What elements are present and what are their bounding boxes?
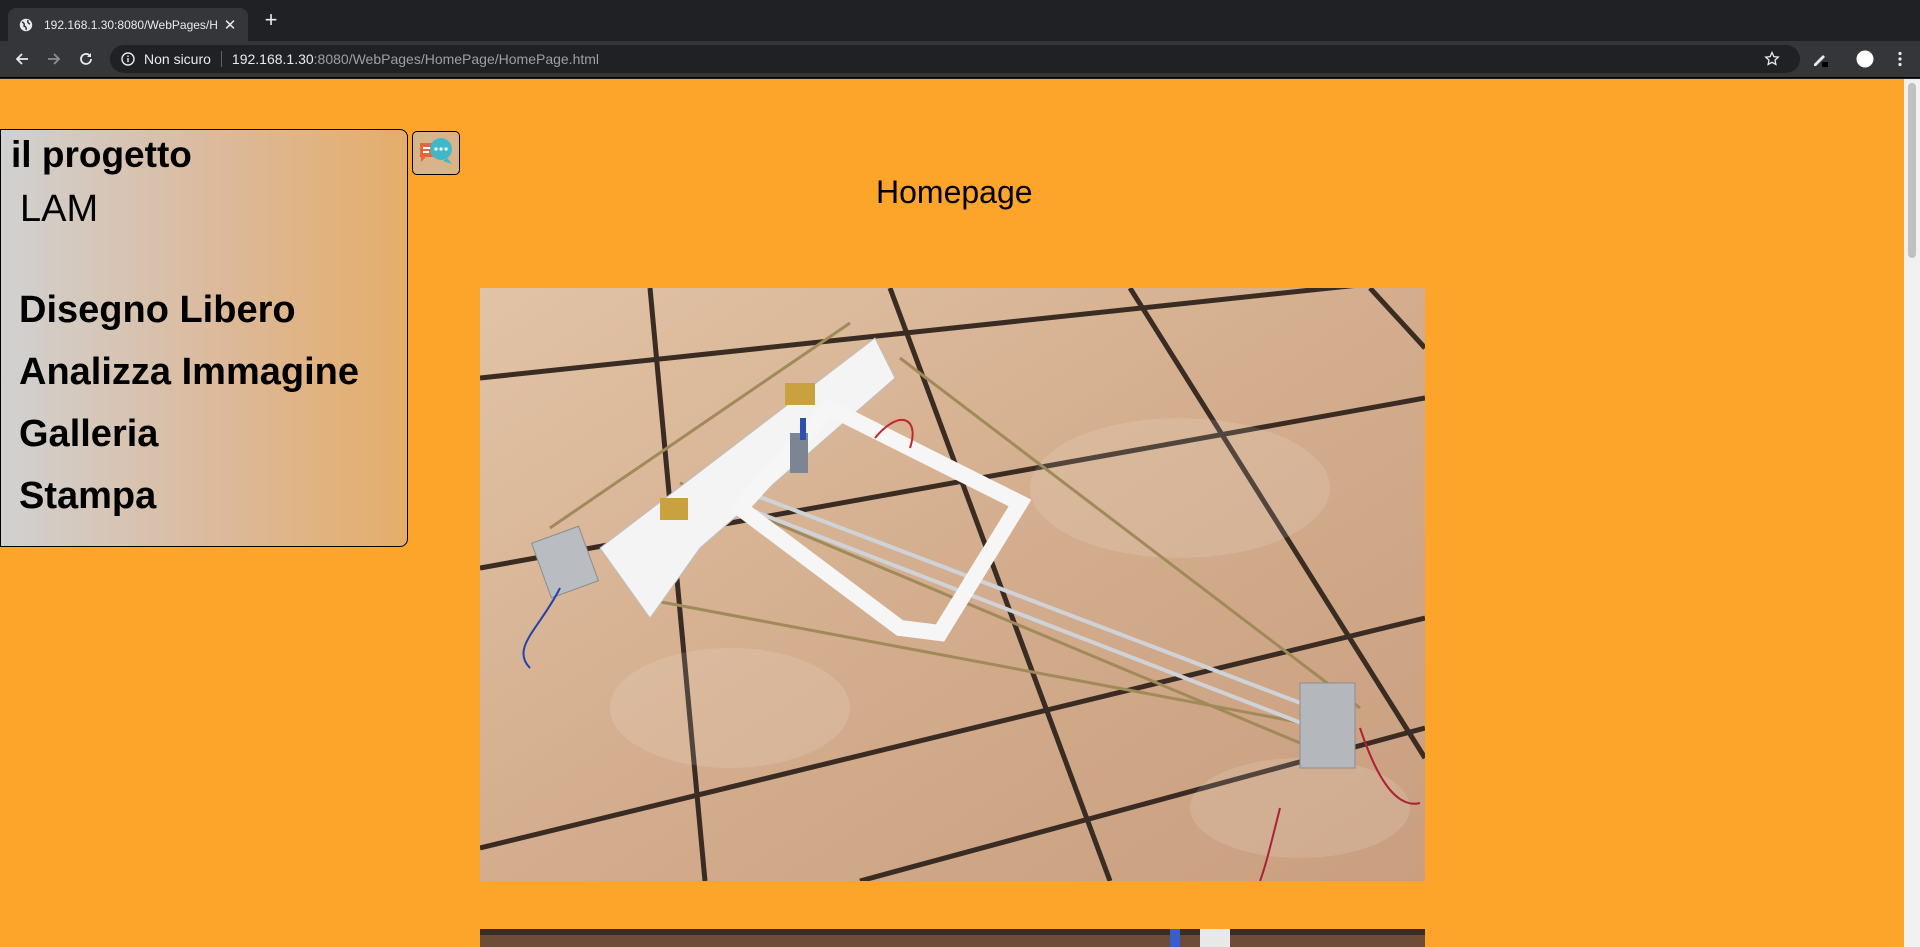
side-menu: il progetto LAM Disegno Libero Analizza …: [0, 129, 408, 547]
scrollbar-thumb[interactable]: [1908, 83, 1916, 258]
reload-icon[interactable]: [76, 49, 96, 69]
menu-item-analizza-immagine[interactable]: Analizza Immagine: [19, 351, 359, 394]
page-viewport: il progetto LAM Disegno Libero Analizza …: [0, 79, 1904, 947]
forward-arrow-icon[interactable]: [44, 49, 64, 69]
url-path: :8080/WebPages/HomePage/HomePage.html: [313, 51, 600, 67]
info-icon[interactable]: [120, 51, 136, 67]
tab-title: 192.168.1.30:8080/WebPages/H: [44, 17, 218, 32]
browser-toolbar: Non sicuro 192.168.1.30 :8080/WebPages/H…: [0, 41, 1920, 78]
back-arrow-icon[interactable]: [12, 49, 32, 69]
menu-item-stampa[interactable]: Stampa: [19, 475, 156, 518]
menu-subtitle: LAM: [20, 188, 99, 230]
menu-item-disegno-libero[interactable]: Disegno Libero: [19, 289, 296, 332]
pen-extension-icon[interactable]: [1810, 49, 1830, 69]
omnibox-divider: [220, 51, 222, 67]
page-heading: Homepage: [876, 174, 1033, 210]
bookmark-star-icon[interactable]: [1764, 50, 1780, 67]
chat-button[interactable]: [412, 131, 460, 175]
page-scrollbar[interactable]: [1904, 79, 1920, 947]
url-host: 192.168.1.30: [231, 51, 314, 67]
menu-item-galleria[interactable]: Galleria: [19, 413, 158, 456]
chat-bubbles-icon: [420, 138, 452, 164]
profile-avatar-icon[interactable]: [1855, 49, 1875, 69]
new-tab-icon[interactable]: +: [262, 9, 280, 31]
menu-title: il progetto: [11, 134, 192, 175]
second-photo: [480, 929, 1425, 947]
browser-tab[interactable]: 192.168.1.30:8080/WebPages/H ✕: [8, 8, 248, 41]
globe-icon: [18, 17, 34, 33]
kebab-menu-icon[interactable]: [1890, 49, 1910, 69]
tab-strip: 192.168.1.30:8080/WebPages/H ✕ +: [0, 0, 1920, 41]
address-bar[interactable]: Non sicuro 192.168.1.30 :8080/WebPages/H…: [110, 45, 1800, 73]
security-label[interactable]: Non sicuro: [144, 51, 211, 67]
tab-close-icon[interactable]: ✕: [222, 16, 238, 34]
plotter-photo: [480, 288, 1425, 881]
